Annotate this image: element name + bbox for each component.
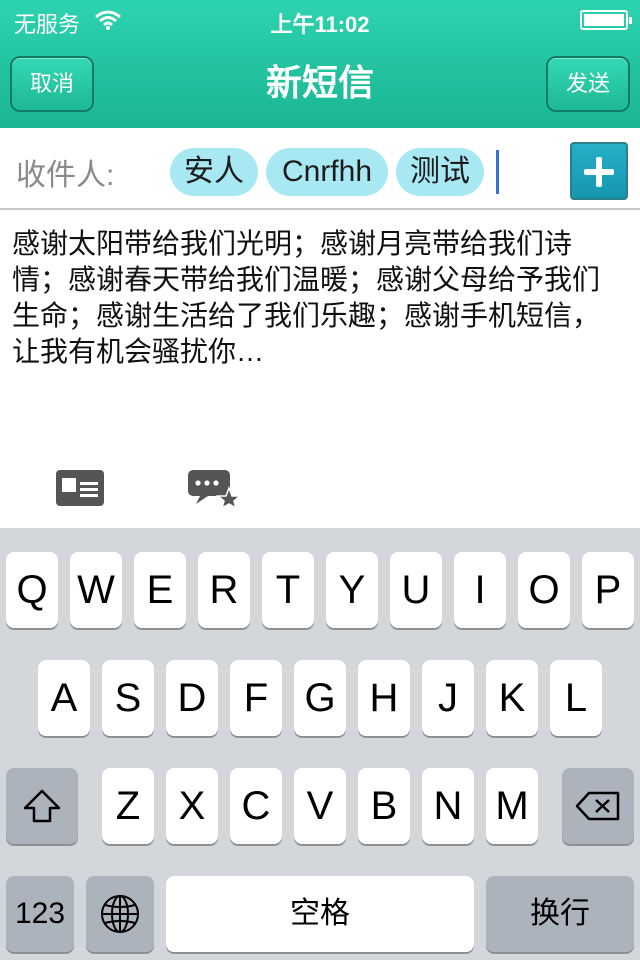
shift-arrow-icon <box>23 789 61 823</box>
key-y[interactable]: Y <box>326 552 378 628</box>
contact-card-icon[interactable] <box>56 470 104 506</box>
page-title: 新短信 <box>265 62 374 103</box>
numbers-key[interactable]: 123 <box>6 876 74 952</box>
recipient-chip[interactable]: 测试 <box>396 148 484 196</box>
keyboard: Q W E R T Y U I O P A S D F G H J K L Z … <box>0 528 640 960</box>
key-q[interactable]: Q <box>6 552 58 628</box>
key-x[interactable]: X <box>166 768 218 844</box>
key-m[interactable]: M <box>486 768 538 844</box>
key-v[interactable]: V <box>294 768 346 844</box>
message-body[interactable]: 感谢太阳带给我们光明；感谢月亮带给我们诗情；感谢春天带给我们温暖；感谢父母给予我… <box>12 226 626 370</box>
key-k[interactable]: K <box>486 660 538 736</box>
globe-key[interactable] <box>86 876 154 952</box>
globe-icon <box>101 895 139 933</box>
space-key[interactable]: 空格 <box>166 876 474 952</box>
recipients-field[interactable]: 收件人: 安人 Cnrfhh 测试 <box>0 128 640 210</box>
message-template-icon[interactable] <box>186 468 242 508</box>
key-w[interactable]: W <box>70 552 122 628</box>
navigation-bar: 无服务 上午11:02 取消 新短信 发送 <box>0 0 640 128</box>
key-h[interactable]: H <box>358 660 410 736</box>
key-i[interactable]: I <box>454 552 506 628</box>
key-u[interactable]: U <box>390 552 442 628</box>
key-o[interactable]: O <box>518 552 570 628</box>
key-a[interactable]: A <box>38 660 90 736</box>
return-key[interactable]: 换行 <box>486 876 634 952</box>
key-c[interactable]: C <box>230 768 282 844</box>
recipient-chip[interactable]: Cnrfhh <box>266 148 388 196</box>
recipients-label: 收件人: <box>16 159 115 192</box>
key-d[interactable]: D <box>166 660 218 736</box>
add-recipient-button[interactable] <box>570 142 628 200</box>
battery-icon <box>580 10 632 30</box>
status-bar: 无服务 上午11:02 <box>0 0 640 40</box>
text-cursor <box>496 150 499 194</box>
recipient-chip[interactable]: 安人 <box>170 148 258 196</box>
shift-key[interactable] <box>6 768 78 844</box>
key-j[interactable]: J <box>422 660 474 736</box>
key-g[interactable]: G <box>294 660 346 736</box>
key-b[interactable]: B <box>358 768 410 844</box>
key-z[interactable]: Z <box>102 768 154 844</box>
key-e[interactable]: E <box>134 552 186 628</box>
key-n[interactable]: N <box>422 768 474 844</box>
key-s[interactable]: S <box>102 660 154 736</box>
send-button[interactable]: 发送 <box>546 56 630 112</box>
backspace-key[interactable] <box>562 768 634 844</box>
key-l[interactable]: L <box>550 660 602 736</box>
backspace-icon <box>575 791 620 821</box>
key-p[interactable]: P <box>582 552 634 628</box>
key-r[interactable]: R <box>198 552 250 628</box>
status-time: 上午11:02 <box>270 12 370 37</box>
key-t[interactable]: T <box>262 552 314 628</box>
key-f[interactable]: F <box>230 660 282 736</box>
